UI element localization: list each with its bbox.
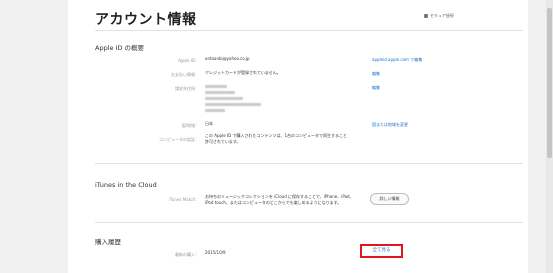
apple-id-section-title: Apple ID の概要 xyxy=(95,44,145,52)
change-country-link[interactable]: 国または地域を変更 xyxy=(372,122,408,128)
redacted-address-line xyxy=(205,91,235,94)
itunes-cloud-section-title: iTunes in the Cloud xyxy=(95,181,157,189)
payment-value: クレジットカードが登録されていません。 xyxy=(205,70,281,75)
purchase-history-section-title: 購入履歴 xyxy=(95,238,121,246)
billing-address-label: 請求先住所： xyxy=(175,86,199,91)
edit-payment-link[interactable]: 編集 xyxy=(372,71,380,77)
redacted-address-line xyxy=(205,97,243,100)
edit-billing-link[interactable]: 編集 xyxy=(372,85,380,91)
country-label: 国/地域： xyxy=(181,123,199,128)
lock-icon xyxy=(424,14,428,18)
divider xyxy=(95,30,523,31)
redacted-address-line xyxy=(205,109,225,112)
divider xyxy=(95,163,523,164)
apple-id-value: antaanbi@yahoo.co.jp xyxy=(205,56,250,61)
edit-apple-id-link[interactable]: appleid.apple.com で編集 xyxy=(372,57,422,63)
scrollbar-thumb[interactable] xyxy=(547,8,552,158)
see-all-button[interactable]: 全て見る xyxy=(360,244,403,258)
itunes-match-value-line2: iPod touch、またはコンピュータのどこからでも楽しめるようになります。 xyxy=(205,200,342,205)
secure-label: セキュア接続 xyxy=(430,13,454,18)
page-title: アカウント情報 xyxy=(95,12,197,28)
secure-connection: セキュア接続 xyxy=(424,13,454,19)
divider xyxy=(95,222,523,223)
authorization-value-line2: 許可されています。 xyxy=(205,139,241,144)
latest-purchase-value: 2015/10/9 xyxy=(205,250,226,255)
apple-id-label: Apple ID： xyxy=(178,58,199,63)
authorization-label: コンピュータの認証： xyxy=(159,137,199,142)
latest-purchase-label: 最新の購入： xyxy=(175,252,199,257)
redacted-address-line xyxy=(205,103,261,106)
country-value: 日本 xyxy=(205,121,213,126)
itunes-match-label: iTunes Match： xyxy=(168,197,199,202)
payment-label: お支払い情報： xyxy=(171,72,199,77)
learn-more-button[interactable]: 詳しい情報 xyxy=(370,193,409,205)
redacted-address-line xyxy=(205,85,227,88)
